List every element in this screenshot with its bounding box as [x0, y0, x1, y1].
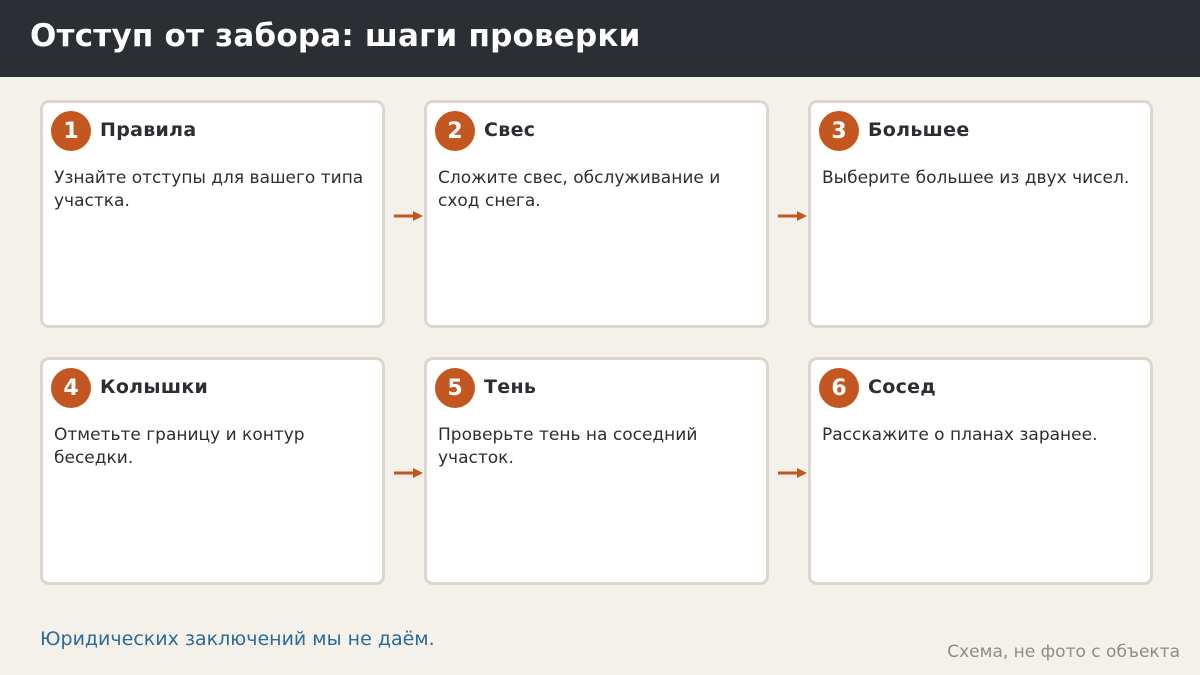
- step-title: Большее: [868, 119, 970, 141]
- step-number-badge: 1: [51, 111, 91, 151]
- step-card-neighbor: 6 Сосед Расскажите о планах заранее.: [808, 357, 1153, 585]
- step-title: Сосед: [868, 376, 936, 398]
- arrow-right-icon: [394, 211, 423, 221]
- step-description: Узнайте отступы для вашего типа участка.: [54, 168, 364, 211]
- step-title: Тень: [484, 376, 537, 398]
- step-card-larger: 3 Большее Выберите большее из двух чисел…: [808, 100, 1153, 328]
- step-description: Расскажите о планах заранее.: [822, 425, 1098, 445]
- step-card-overhang: 2 Свес Сложите свес, обслуживание и сход…: [424, 100, 769, 328]
- step-description: Выберите большее из двух чисел.: [822, 168, 1130, 188]
- step-description: Сложите свес, обслуживание и сход снега.: [438, 168, 721, 211]
- header-bar: Отступ от забора: шаги проверки: [0, 0, 1200, 77]
- step-number-badge: 3: [819, 111, 859, 151]
- step-number-badge: 5: [435, 368, 475, 408]
- image-caption: Схема, не фото с объекта: [947, 642, 1180, 662]
- arrow-right-icon: [394, 468, 423, 478]
- step-description: Проверьте тень на соседний участок.: [438, 425, 698, 468]
- arrow-right-icon: [778, 211, 807, 221]
- step-card-shade: 5 Тень Проверьте тень на соседний участо…: [424, 357, 769, 585]
- legal-disclaimer: Юридических заключений мы не даём.: [40, 628, 435, 650]
- step-number-badge: 4: [51, 368, 91, 408]
- arrow-right-icon: [778, 468, 807, 478]
- page-title: Отступ от забора: шаги проверки: [30, 18, 641, 54]
- step-title: Свес: [484, 119, 536, 141]
- step-card-rules: 1 Правила Узнайте отступы для вашего тип…: [40, 100, 385, 328]
- step-number-badge: 2: [435, 111, 475, 151]
- step-title: Правила: [100, 119, 197, 141]
- step-description: Отметьте границу и контур беседки.: [54, 425, 305, 468]
- step-card-stakes: 4 Колышки Отметьте границу и контур бесе…: [40, 357, 385, 585]
- step-title: Колышки: [100, 376, 209, 398]
- step-number-badge: 6: [819, 368, 859, 408]
